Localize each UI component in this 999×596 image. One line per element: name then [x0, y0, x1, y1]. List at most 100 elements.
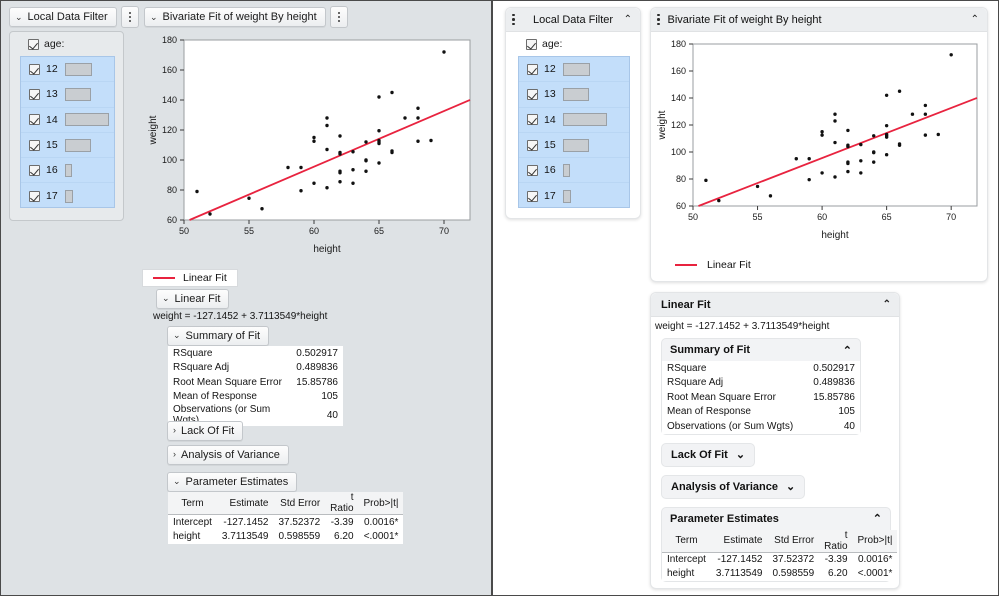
filter-row-checkbox[interactable]: [29, 140, 40, 151]
left-parameter-estimates-disclosure[interactable]: ⌄ Parameter Estimates: [167, 471, 297, 492]
summary-value: 0.502917: [291, 346, 343, 361]
chevron-up-icon[interactable]: ⌃: [843, 344, 852, 357]
summary-value: 15.85786: [291, 375, 343, 390]
right-scatter-plot[interactable]: 60801001201401601805055606570weightheigh…: [651, 32, 987, 257]
table-row: height3.71135490.5985596.20<.0001*: [168, 529, 403, 544]
filter-row[interactable]: 14: [21, 108, 114, 133]
filter-row-bar: [563, 113, 607, 126]
column-header: Std Error: [767, 530, 819, 553]
linear-fit-line-swatch: [153, 277, 175, 279]
table-row: RSquare0.502917: [662, 361, 860, 376]
column-header: Estimate: [711, 530, 768, 553]
filter-row[interactable]: 13: [21, 82, 114, 107]
filter-row-checkbox[interactable]: [29, 114, 40, 125]
right-bivariate-title: Bivariate Fit of weight By height: [668, 14, 971, 26]
std-error-cell: 0.598559: [767, 567, 819, 582]
term-cell: height: [168, 529, 217, 544]
left-local-data-filter-disclosure[interactable]: ⌄ Local Data Filter: [9, 7, 117, 27]
filter-row[interactable]: 12: [21, 57, 114, 82]
filter-row[interactable]: 17: [519, 183, 629, 208]
left-parameter-estimates-title: Parameter Estimates: [186, 476, 289, 488]
right-filter-variable-label: age:: [542, 38, 562, 50]
filter-row[interactable]: 14: [519, 108, 629, 133]
chevron-up-icon[interactable]: ⌃: [624, 14, 632, 25]
chevron-up-icon[interactable]: ⌃: [971, 14, 979, 25]
filter-row-checkbox[interactable]: [527, 165, 538, 176]
filter-row-checkbox[interactable]: [527, 89, 538, 100]
right-summary-of-fit-header[interactable]: Summary of Fit ⌃: [662, 339, 860, 361]
right-summary-of-fit-table: RSquare0.502917RSquare Adj0.489836Root M…: [662, 361, 860, 434]
left-parameter-estimates-table: TermEstimateStd Errort RatioProb>|t|Inte…: [168, 492, 403, 544]
chevron-up-icon[interactable]: ⌃: [883, 299, 891, 310]
left-analysis-of-variance-disclosure[interactable]: › Analysis of Variance: [167, 444, 289, 465]
right-lack-of-fit-disclosure[interactable]: Lack Of Fit ⌄: [661, 443, 755, 467]
left-bivariate-kebab-icon[interactable]: [330, 6, 348, 28]
term-cell: Intercept: [662, 552, 711, 567]
dot: [129, 12, 131, 14]
summary-label: Root Mean Square Error: [662, 390, 805, 405]
summary-value: 0.489836: [805, 376, 860, 391]
left-fit-legend: Linear Fit: [142, 266, 238, 287]
filter-row[interactable]: 15: [21, 133, 114, 158]
right-local-data-filter-kebab-icon[interactable]: [512, 14, 515, 26]
filter-row[interactable]: 13: [519, 82, 629, 107]
svg-text:70: 70: [946, 212, 956, 222]
filter-row-bar: [65, 88, 91, 101]
left-filter-variable-label: age:: [44, 38, 64, 50]
filter-row-checkbox[interactable]: [29, 165, 40, 176]
filter-row[interactable]: 16: [21, 158, 114, 183]
left-local-data-filter-title: Local Data Filter: [28, 11, 108, 23]
right-local-data-filter-header[interactable]: Local Data Filter ⌃: [506, 8, 640, 32]
right-filter-age-checkbox[interactable]: [526, 39, 537, 50]
right-parameter-estimates-header[interactable]: Parameter Estimates ⌃: [662, 508, 890, 530]
t-ratio-cell: 6.20: [325, 529, 358, 544]
right-filter-value-list[interactable]: 121314151617: [518, 56, 630, 208]
right-local-data-filter-title: Local Data Filter: [523, 14, 624, 26]
filter-row[interactable]: 15: [519, 133, 629, 158]
table-row: RSquare Adj0.489836: [662, 376, 860, 391]
svg-text:80: 80: [676, 174, 686, 184]
left-lack-of-fit-disclosure[interactable]: › Lack Of Fit: [167, 420, 243, 441]
right-bivariate-header[interactable]: Bivariate Fit of weight By height ⌃: [651, 8, 987, 32]
filter-row-checkbox[interactable]: [527, 114, 538, 125]
left-bivariate-disclosure[interactable]: ⌄ Bivariate Fit of weight By height: [144, 7, 326, 27]
svg-text:120: 120: [162, 125, 177, 135]
chevron-down-icon: ⌄: [15, 13, 23, 22]
filter-row-checkbox[interactable]: [29, 64, 40, 75]
column-header: Term: [168, 492, 217, 515]
filter-row-checkbox[interactable]: [29, 89, 40, 100]
filter-row-bar: [65, 190, 73, 203]
left-summary-of-fit-disclosure[interactable]: ⌄ Summary of Fit: [167, 325, 269, 346]
right-linear-fit-header[interactable]: Linear Fit ⌃: [651, 293, 899, 317]
right-scatter-plot-svg: 60801001201401601805055606570weightheigh…: [651, 34, 987, 252]
left-filter-variable-row[interactable]: age:: [10, 32, 123, 54]
left-scatter-plot[interactable]: 60801001201401601805055606570weightheigh…: [142, 28, 482, 268]
summary-value: 40: [291, 404, 343, 426]
filter-row-bar: [563, 190, 571, 203]
left-local-data-filter-kebab-icon[interactable]: [121, 6, 139, 28]
svg-text:55: 55: [244, 226, 254, 236]
filter-row-checkbox[interactable]: [29, 191, 40, 202]
filter-row[interactable]: 17: [21, 183, 114, 208]
left-lack-of-fit-title: Lack Of Fit: [181, 425, 234, 437]
chevron-up-icon[interactable]: ⌃: [873, 512, 882, 525]
summary-label: Mean of Response: [168, 390, 291, 405]
right-bivariate-kebab-icon[interactable]: [657, 14, 660, 26]
right-analysis-of-variance-disclosure[interactable]: Analysis of Variance ⌄: [661, 475, 805, 499]
svg-text:100: 100: [162, 155, 177, 165]
left-filter-age-checkbox[interactable]: [28, 39, 39, 50]
table-row: Mean of Response105: [662, 405, 860, 420]
left-filter-value-list[interactable]: 121314151617: [20, 56, 115, 208]
filter-row[interactable]: 16: [519, 158, 629, 183]
filter-row[interactable]: 12: [519, 57, 629, 82]
dot: [338, 16, 340, 18]
column-header: Std Error: [273, 492, 325, 515]
t-ratio-cell: -3.39: [325, 515, 358, 530]
left-linear-fit-disclosure[interactable]: ⌄ Linear Fit: [156, 288, 229, 309]
right-summary-of-fit-section: Summary of Fit ⌃ RSquare0.502917RSquare …: [661, 338, 861, 435]
right-filter-variable-row[interactable]: age:: [506, 32, 640, 54]
svg-text:120: 120: [671, 120, 686, 130]
filter-row-checkbox[interactable]: [527, 140, 538, 151]
filter-row-checkbox[interactable]: [527, 64, 538, 75]
filter-row-checkbox[interactable]: [527, 191, 538, 202]
